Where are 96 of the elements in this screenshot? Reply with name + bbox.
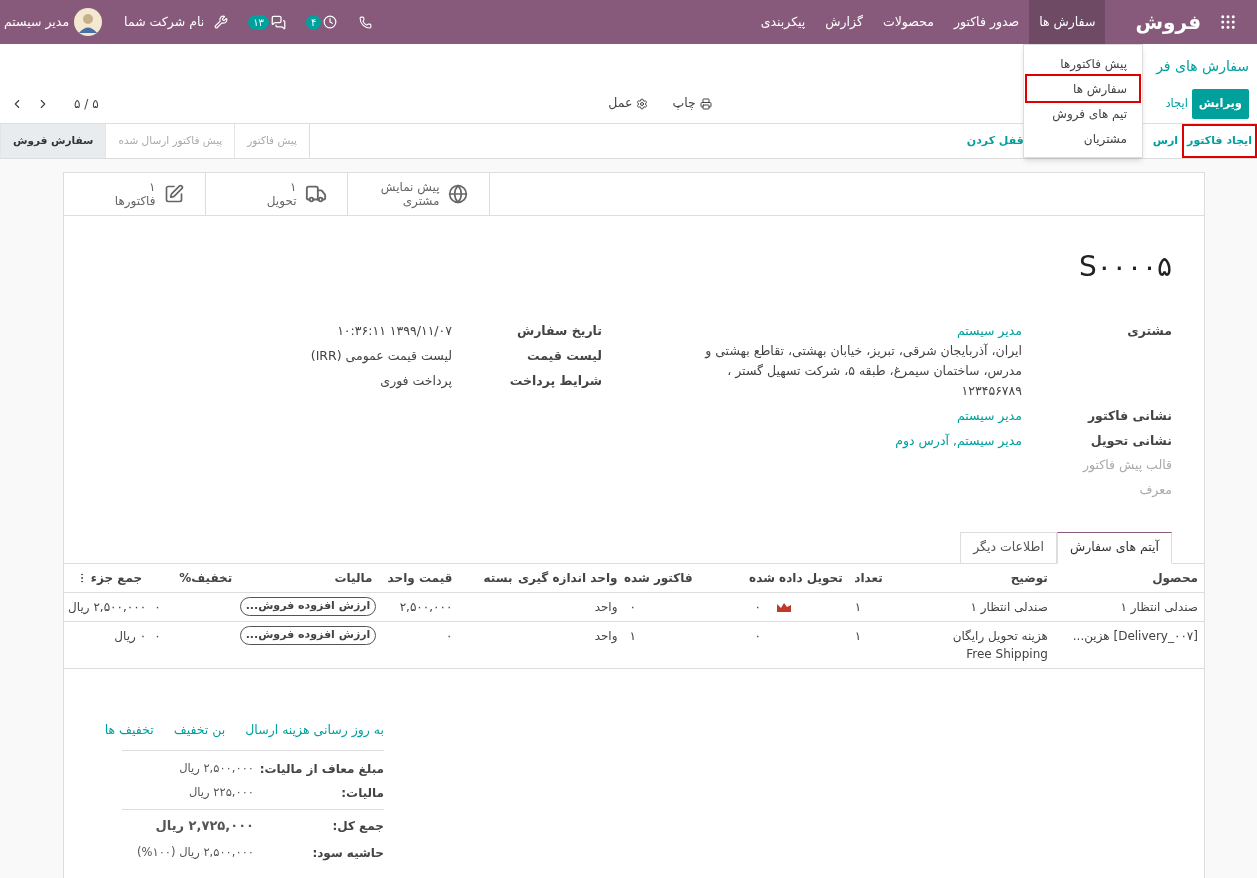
table-cell: ۰	[445, 629, 453, 644]
print-button[interactable]: چاپ	[672, 94, 712, 113]
total-label: مبلغ معاف از مالیات:	[258, 761, 384, 778]
action-button[interactable]: عمل	[608, 94, 649, 113]
field-label: مشتری	[1126, 322, 1172, 340]
forecast-chart-icon[interactable]	[777, 602, 792, 613]
field-label: تاریخ سفارش	[515, 322, 602, 340]
column-header[interactable]: بسته	[458, 563, 519, 593]
field-value[interactable]: مدیر سیستم	[682, 322, 1022, 341]
edit-icon	[163, 184, 184, 204]
nav-menu-item[interactable]: گزارش	[815, 0, 873, 44]
field-label: معرف	[1138, 481, 1172, 499]
nav-menu-item[interactable]: صدور فاکتور	[943, 0, 1030, 44]
total-label: حاشیه سود:	[311, 845, 384, 862]
breadcrumb-title: سفارش های فر	[1156, 56, 1249, 77]
field-label: نشانی فاکتور	[1086, 406, 1172, 425]
printer-icon	[699, 97, 712, 110]
table-cell: ۰ ریال	[114, 629, 147, 644]
globe-icon	[447, 184, 468, 204]
column-header[interactable]: جمع جزء	[88, 563, 149, 593]
table-cell: ۱	[854, 600, 862, 615]
column-header[interactable]: توضیح	[888, 563, 1054, 593]
field-label: قالب پیش فاکتور	[1081, 456, 1172, 475]
activity-badge: ۴	[305, 14, 322, 30]
header-button[interactable]: ارس	[1149, 126, 1182, 156]
dropdown-item[interactable]: مشتریان	[1027, 126, 1139, 151]
nav-menu-item[interactable]: محصولات	[872, 0, 944, 44]
smart-button[interactable]: ۱ تحویل	[206, 173, 348, 215]
table-cell: ۲,۵۰۰,۰۰۰ ریال	[68, 600, 147, 615]
message-badge: ۱۳	[248, 14, 269, 30]
column-header[interactable]: واحد اندازه گیری	[518, 563, 624, 593]
table-cell: ۰	[629, 600, 636, 615]
total-label: مالیات:	[340, 785, 384, 802]
nav-menu-item[interactable]: سفارش ها	[1029, 0, 1106, 44]
footer-link[interactable]: تخفیف ها	[104, 721, 154, 740]
status-step[interactable]: سفارش فروش	[0, 124, 106, 158]
footer-link[interactable]: بن تخفیف	[173, 721, 226, 740]
user-name[interactable]: مدیر سیستم	[4, 12, 70, 32]
column-header[interactable]: مالیات	[238, 563, 379, 593]
table-cell-text: ۰	[754, 628, 762, 646]
header-button[interactable]: قفل کردن	[963, 126, 1027, 156]
field-value: ۱۳۹۹/۱۱/۰۷ ۱۰:۳۶:۱۱	[336, 322, 452, 340]
field-value: لیست قیمت عمومی (IRR)	[309, 346, 452, 366]
table-cell: ۲,۵۰۰,۰۰۰	[399, 600, 453, 615]
field-label: لیست قیمت	[526, 346, 602, 365]
dropdown-item[interactable]: تیم های فروش	[1027, 101, 1139, 126]
total-value: ۲,۷۲۵,۰۰۰ ریال	[155, 816, 254, 835]
phone-icon[interactable]	[359, 15, 373, 29]
user-avatar[interactable]	[74, 8, 103, 36]
table-cell: صندلی انتظار ۱	[1120, 600, 1198, 615]
field-value[interactable]: مدیر سیستم, آدرس دوم	[682, 431, 1022, 451]
total-value: ۲۲۵,۰۰۰ ریال	[189, 784, 254, 802]
company-name[interactable]: نام شرکت شما	[124, 12, 205, 32]
form-tab[interactable]: آیتم های سفارش	[1056, 531, 1172, 564]
table-cell-text: ۰	[754, 599, 762, 617]
column-header[interactable]: فاکتور شده	[623, 563, 699, 593]
table-cell: ۱	[854, 629, 862, 644]
table-cell: ۰	[154, 600, 161, 615]
column-header[interactable]: تحویل داده شده	[698, 563, 849, 593]
customer-address: ایران، آذربایجان شرقی، تبریز، خیابان بهشتی، تقاطع بهشتی و مدرس، ساختمان سیمرغ، طبقه ۵، شرکت تسهیل گستر ، ۱۲۳۴۵۶۷۸۹	[703, 341, 1022, 400]
table-cell: ۰	[154, 629, 161, 644]
footer-link[interactable]: به روز رسانی هزینه ارسال	[245, 721, 384, 740]
truck-icon	[304, 183, 327, 205]
column-header[interactable]: محصول	[1053, 563, 1204, 593]
gear-icon	[636, 97, 649, 110]
smart-button[interactable]: ۱ فاکتورها	[64, 173, 206, 215]
column-header[interactable]: تعداد	[848, 563, 889, 593]
field-value: پرداخت فوری	[379, 371, 452, 391]
smart-button[interactable]: پیش نمایش مشتری	[348, 173, 490, 215]
apps-menu-icon[interactable]	[1219, 13, 1237, 31]
pager: ۵ / ۵	[74, 95, 99, 113]
header-button[interactable]: ایجاد فاکتور	[1184, 126, 1255, 156]
total-label: جمع کل:	[331, 817, 384, 835]
column-header[interactable]: تخفیف%	[148, 563, 239, 593]
app-name: فروش	[1135, 9, 1201, 36]
edit-button[interactable]: ویرایش	[1191, 88, 1249, 119]
order-name: S۰۰۰۰۵	[1078, 249, 1172, 285]
clock-icon[interactable]	[323, 15, 338, 29]
create-button[interactable]: ایجاد	[1161, 88, 1192, 119]
field-label: شرایط پرداخت	[508, 371, 602, 390]
dropdown-item[interactable]: پیش فاکتورها	[1027, 51, 1139, 76]
table-cell-text: صندلی انتظار ۱	[969, 599, 1048, 617]
column-header[interactable]: قیمت واحد	[378, 563, 459, 593]
table-cell: واحد	[594, 629, 618, 644]
field-label: نشانی تحویل	[1089, 431, 1172, 450]
total-value: ۲,۵۰۰,۰۰۰ ریال	[179, 760, 254, 778]
field-value[interactable]: مدیر سیستم	[682, 406, 1022, 426]
table-cell: ۱	[629, 629, 636, 644]
table-cell: واحد	[594, 600, 618, 615]
dropdown-item[interactable]: سفارش ها	[1027, 76, 1139, 101]
chat-icon[interactable]	[270, 14, 286, 30]
total-value: ۲,۵۰۰,۰۰۰ ریال (۱۰۰%)	[137, 844, 254, 862]
nav-menu-item[interactable]: پیکربندی	[750, 0, 816, 44]
tools-icon[interactable]	[214, 15, 229, 29]
form-tab[interactable]: اطلاعات دیگر	[960, 531, 1057, 564]
table-cell: [Delivery_۰۰۷] هزین...	[1072, 629, 1198, 644]
